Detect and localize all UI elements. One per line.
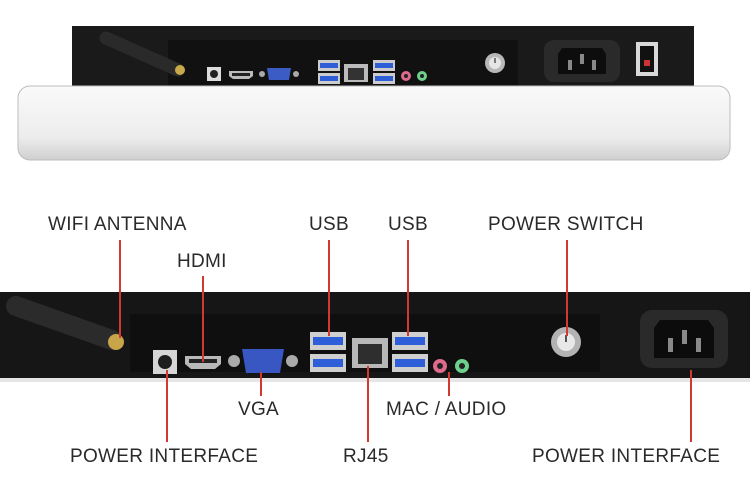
label-power-interface-right: POWER INTERFACE [532, 446, 721, 467]
label-hdmi: HDMI [177, 251, 227, 272]
vga-port-icon [259, 68, 299, 80]
leader-power-interface-right [690, 370, 692, 442]
dc-jack-icon [153, 350, 177, 374]
rj45-port-icon [352, 338, 388, 368]
top-device-photo [0, 0, 750, 170]
label-mac-audio: MAC / AUDIO [386, 399, 507, 420]
usb-port-icon [373, 60, 395, 84]
leader-power-switch [566, 240, 568, 336]
wifi-antenna-icon [99, 31, 185, 77]
audio-jack-icon [433, 359, 469, 373]
dc-jack-icon [207, 67, 221, 81]
label-usb-left: USB [309, 214, 349, 235]
label-vga: VGA [238, 399, 280, 420]
leader-power-interface-left [166, 370, 168, 442]
label-rj45: RJ45 [343, 446, 389, 467]
bottom-device-photo [0, 292, 750, 382]
wifi-antenna-icon [6, 296, 124, 350]
leader-usb-left [328, 240, 330, 336]
rocker-switch-icon [636, 42, 658, 76]
label-usb-right: USB [388, 214, 428, 235]
leader-hdmi [202, 276, 204, 362]
iec-power-socket-icon [640, 310, 728, 368]
leader-usb-right [407, 240, 409, 336]
audio-jack-icon [401, 71, 427, 81]
usb-port-icon [310, 332, 346, 372]
leader-mac-audio [448, 372, 450, 396]
iec-power-socket-icon [544, 40, 620, 82]
leader-wifi-antenna [119, 240, 121, 338]
leader-vga [260, 372, 262, 396]
rj45-port-icon [344, 64, 368, 82]
power-button-icon [485, 53, 505, 73]
label-power-interface-left: POWER INTERFACE [70, 446, 259, 467]
hdmi-port-icon [229, 71, 253, 79]
usb-port-icon [318, 60, 340, 84]
label-power-switch: POWER SWITCH [488, 214, 644, 235]
vga-port-icon [228, 349, 298, 373]
usb-port-icon [392, 332, 428, 372]
leader-rj45 [367, 366, 369, 442]
label-wifi-antenna: WIFI ANTENNA [48, 214, 187, 235]
